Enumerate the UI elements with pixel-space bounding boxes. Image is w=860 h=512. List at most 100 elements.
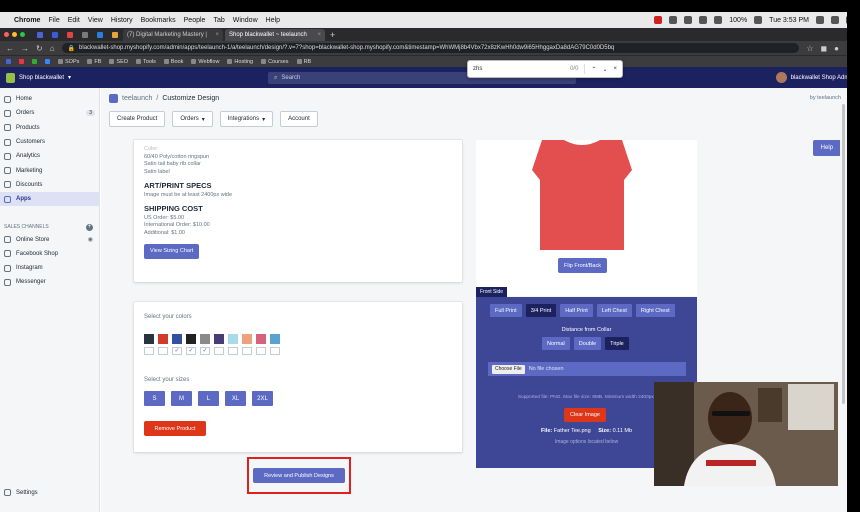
menu-view[interactable]: View xyxy=(88,17,103,24)
record-icon[interactable] xyxy=(654,16,663,24)
color-checkbox[interactable] xyxy=(270,347,280,355)
menu-tab[interactable]: Tab xyxy=(213,17,224,24)
sidebar-item-messenger[interactable]: Messenger xyxy=(0,275,99,289)
close-tab-icon[interactable]: × xyxy=(317,32,321,38)
find-input[interactable]: zhs xyxy=(473,66,564,72)
search-icon[interactable] xyxy=(816,16,824,24)
store-switcher[interactable]: Shop blackwallet xyxy=(19,75,64,81)
bookmark-icon-3[interactable] xyxy=(45,59,50,64)
user-icon[interactable] xyxy=(831,16,839,24)
color-checkbox[interactable]: ✓ xyxy=(186,347,196,355)
battery-icon[interactable] xyxy=(754,16,763,24)
sidebar-item-apps[interactable]: Apps xyxy=(0,192,99,207)
forward-icon[interactable]: → xyxy=(21,44,29,53)
close-tab-icon[interactable]: × xyxy=(215,32,219,38)
bookmark-seo[interactable]: SEO xyxy=(109,59,128,65)
menu-window[interactable]: Window xyxy=(233,17,258,24)
flip-front-back-button[interactable]: Flip Front/Back xyxy=(558,258,607,273)
clock-text[interactable]: Tue 3:53 PM xyxy=(769,17,809,24)
zoom-window-icon[interactable] xyxy=(20,32,25,37)
bookmark-apps[interactable] xyxy=(6,59,11,64)
tab-digital-marketing[interactable]: (7) Digital Marketing Mastery | × xyxy=(123,29,223,41)
pinned-tab-6[interactable] xyxy=(108,29,121,41)
dropbox-icon[interactable] xyxy=(669,16,678,24)
menu-people[interactable]: People xyxy=(184,17,206,24)
close-window-icon[interactable] xyxy=(4,32,9,37)
color-swatch[interactable] xyxy=(270,334,280,344)
tab-shop-blackwallet[interactable]: Shop blackwallet ~ teelaunch × xyxy=(225,29,325,41)
color-swatch[interactable] xyxy=(144,334,154,344)
distance-option[interactable]: Double xyxy=(573,337,602,350)
size-m-button[interactable]: M xyxy=(171,391,192,406)
color-swatch[interactable] xyxy=(172,334,182,344)
bookmark-webflow[interactable]: Webflow xyxy=(191,59,219,65)
help-button[interactable]: Help xyxy=(812,140,841,156)
color-checkbox[interactable] xyxy=(242,347,252,355)
sidebar-item-facebook-shop[interactable]: Facebook Shop xyxy=(0,247,99,261)
star-icon[interactable]: ☆ xyxy=(806,44,813,53)
view-sizing-chart-button[interactable]: View Sizing Chart xyxy=(144,243,200,259)
size-s-button[interactable]: S xyxy=(144,391,165,406)
color-swatch[interactable] xyxy=(158,334,168,344)
pinned-tab-1[interactable] xyxy=(33,29,46,41)
back-icon[interactable]: ← xyxy=(6,44,14,53)
address-bar[interactable]: 🔒 blackwallet-shop.myshopify.com/admin/a… xyxy=(61,43,800,53)
minimize-window-icon[interactable] xyxy=(12,32,17,37)
print-area-option[interactable]: Right Chest xyxy=(635,304,675,317)
sidebar-item-discounts[interactable]: Discounts xyxy=(0,178,99,192)
print-area-option[interactable]: Left Chest xyxy=(596,304,632,317)
create-product-button[interactable]: Create Product xyxy=(109,111,166,127)
bookmark-fb[interactable]: FB xyxy=(87,59,101,65)
color-checkbox[interactable] xyxy=(214,347,224,355)
clear-image-button[interactable]: Clear Image xyxy=(564,408,606,422)
sidebar-item-instagram[interactable]: Instagram xyxy=(0,261,99,275)
account-button[interactable]: Account xyxy=(280,111,318,127)
chevron-down-icon[interactable]: ▾ xyxy=(68,74,71,81)
bookmark-rb[interactable]: RB xyxy=(296,59,311,65)
bookmark-hosting[interactable]: Hosting xyxy=(227,59,253,65)
size-l-button[interactable]: L xyxy=(198,391,219,406)
color-swatch[interactable] xyxy=(242,334,252,344)
print-area-option[interactable]: 3/4 Print xyxy=(525,304,557,317)
sidebar-item-orders[interactable]: Orders 3 xyxy=(0,106,99,120)
menu-help[interactable]: Help xyxy=(266,17,280,24)
print-area-option[interactable]: Half Print xyxy=(560,304,593,317)
color-swatch[interactable] xyxy=(214,334,224,344)
sidebar-item-customers[interactable]: Customers xyxy=(0,135,99,149)
menu-bookmarks[interactable]: Bookmarks xyxy=(141,17,176,24)
color-checkbox[interactable] xyxy=(228,347,238,355)
cloud-icon[interactable] xyxy=(684,16,693,24)
print-area-option[interactable]: Full Print xyxy=(490,304,522,317)
sidebar-item-analytics[interactable]: Analytics xyxy=(0,149,99,163)
choose-file-button[interactable]: Choose File xyxy=(492,364,525,374)
review-publish-button[interactable]: Review and Publish Designs xyxy=(253,468,345,483)
bookmark-book[interactable]: Book xyxy=(163,59,183,65)
home-icon[interactable]: ⌂ xyxy=(50,44,55,53)
size-xl-button[interactable]: XL xyxy=(225,391,246,406)
wifi-icon[interactable] xyxy=(714,16,723,24)
extension-icon[interactable]: ◼ xyxy=(821,44,828,53)
menu-file[interactable]: File xyxy=(48,17,59,24)
menu-history[interactable]: History xyxy=(111,17,133,24)
bookmark-sops[interactable]: SOPs xyxy=(58,59,79,65)
size-2xl-button[interactable]: 2XL xyxy=(252,391,273,406)
sidebar-item-settings[interactable]: Settings xyxy=(0,486,100,500)
breadcrumb-app[interactable]: teelaunch xyxy=(122,95,152,102)
reload-icon[interactable]: ↻ xyxy=(36,44,43,53)
color-checkbox[interactable] xyxy=(256,347,266,355)
new-tab-button[interactable]: + xyxy=(330,30,335,40)
color-checkbox[interactable]: ✓ xyxy=(200,347,210,355)
menu-app[interactable]: Chrome xyxy=(14,17,40,24)
bookmark-icon-1[interactable] xyxy=(19,59,24,64)
sidebar-item-products[interactable]: Products xyxy=(0,121,99,135)
bookmark-tools[interactable]: Tools xyxy=(136,59,156,65)
remove-product-button[interactable]: Remove Product xyxy=(144,421,206,436)
distance-option[interactable]: Normal xyxy=(542,337,570,350)
eye-icon[interactable]: ◉ xyxy=(88,236,93,243)
find-close-icon[interactable]: × xyxy=(613,66,617,72)
color-swatch[interactable] xyxy=(228,334,238,344)
find-prev-icon[interactable]: ⌃ xyxy=(591,66,596,73)
app-developer-link[interactable]: by teelaunch xyxy=(810,95,841,101)
pinned-tab-2[interactable] xyxy=(48,29,61,41)
pinned-tab-3[interactable] xyxy=(63,29,76,41)
